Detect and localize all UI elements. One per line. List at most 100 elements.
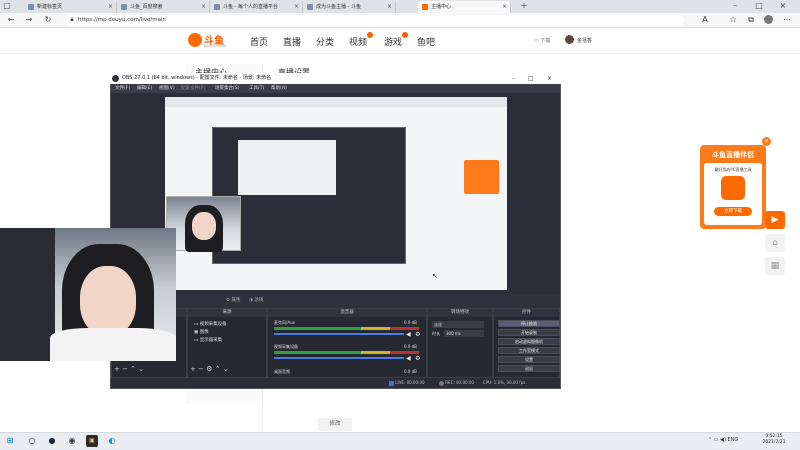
system-tray-icons[interactable]: ⌃ ▭ ◀) ENG xyxy=(708,437,738,443)
audio-meter xyxy=(274,351,419,354)
live-timer: LIVE: 00:00:00 xyxy=(395,380,425,385)
nav-video[interactable]: 视频 xyxy=(349,32,374,48)
obs-taskbar-icon[interactable]: ◉ xyxy=(66,435,78,447)
obs-maximize-icon[interactable]: □ xyxy=(528,73,534,84)
close-icon[interactable]: × xyxy=(502,1,507,13)
menu-edit[interactable]: 编辑(E) xyxy=(137,84,152,93)
obs-minimize-icon[interactable]: – xyxy=(512,73,515,84)
read-aloud-icon[interactable]: A xyxy=(700,15,710,25)
start-recording-button[interactable]: 开始录制 xyxy=(498,329,560,336)
promo-title: 斗鱼直播伴侣 xyxy=(712,151,754,159)
promo-card[interactable]: 斗鱼直播伴侣 最好用的PC直播工具 立即下载 xyxy=(700,145,766,229)
nav-category[interactable]: 分类 xyxy=(316,35,334,48)
obs-close-icon[interactable]: × xyxy=(547,73,552,84)
controls-dock: 控件 停止推流 开始录制 启动虚拟摄像机 工作室模式 设置 退出 xyxy=(493,308,560,378)
speaker-icon[interactable]: ◀ xyxy=(406,331,411,338)
minimize-icon[interactable]: – xyxy=(730,1,740,12)
duration-input[interactable]: 300 ms xyxy=(444,330,484,337)
scene-add-remove-icons[interactable]: + − ⌃ ⌄ xyxy=(114,365,144,373)
search-icon[interactable]: ○ xyxy=(26,435,38,447)
tab-actions-icon[interactable]: ▢ xyxy=(2,1,12,12)
edge-icon[interactable]: ◐ xyxy=(106,435,118,447)
steam-icon[interactable]: ● xyxy=(46,435,58,447)
browser-tab-active[interactable]: 主播中心 × xyxy=(418,1,511,13)
tab-label: 主播中心 xyxy=(431,4,452,10)
modify-button[interactable]: 修改 xyxy=(318,418,352,431)
mixer-header: 混音器 xyxy=(268,309,426,317)
settings-button[interactable]: 设置 xyxy=(498,356,560,363)
close-icon[interactable]: × xyxy=(108,1,113,13)
nav-yuba[interactable]: 鱼吧 xyxy=(417,35,435,48)
exit-button[interactable]: 退出 xyxy=(498,365,560,372)
transitions-header: 转场特效 xyxy=(428,309,492,317)
menu-profile[interactable]: 配置文件(P) xyxy=(181,84,205,93)
studio-mode-button[interactable]: 工作室模式 xyxy=(498,347,560,354)
volume-slider[interactable] xyxy=(274,333,404,335)
rec-indicator-icon xyxy=(439,380,444,386)
windows-start-icon[interactable]: ⊞ xyxy=(4,435,16,447)
browser-tab[interactable]: 斗鱼_百度搜索 × xyxy=(117,1,210,13)
controls-header: 控件 xyxy=(494,309,559,317)
transitions-dock: 转场特效 淡化 时长 300 ms xyxy=(427,308,493,378)
mixer-level: 0.0 dB xyxy=(404,344,417,349)
more-icon[interactable]: ⋯ xyxy=(782,15,792,25)
refresh-icon[interactable]: ↻ xyxy=(43,15,53,25)
menu-scene-collection[interactable]: 场景集合(S) xyxy=(215,84,239,93)
browser-tab[interactable]: 斗鱼 - 每个人的直播平台 × xyxy=(210,1,303,13)
tab-favicon-icon xyxy=(422,4,428,10)
close-icon[interactable]: × xyxy=(762,137,771,146)
close-window-icon[interactable]: × xyxy=(778,1,788,12)
virtual-camera-button[interactable]: 启动虚拟摄像机 xyxy=(498,338,560,345)
gear-icon[interactable]: ⚙ xyxy=(415,331,420,338)
app-taskbar-icon[interactable]: ▣ xyxy=(86,435,98,447)
transition-select[interactable]: 淡化 xyxy=(432,321,484,328)
close-icon[interactable]: × xyxy=(201,1,206,13)
properties-button[interactable]: ⚙ 属性 xyxy=(226,297,240,303)
browser-tab[interactable]: 新建标签页 × xyxy=(24,1,117,13)
mixer-channel-name: 视频采集设备 xyxy=(274,344,298,349)
webcam-shirt xyxy=(50,328,176,361)
source-item[interactable]: ▭ 显示器采集 xyxy=(194,337,222,343)
obs-title: OBS 27.0.1 (64 bit, windows) - 配置文件: 未命名… xyxy=(122,75,272,81)
avatar[interactable] xyxy=(565,35,574,44)
tab-label: 斗鱼 - 每个人的直播平台 xyxy=(223,4,278,10)
app-download-icon[interactable]: ▦ xyxy=(765,257,785,275)
browser-tab[interactable]: 成为斗鱼主播 - 斗鱼 × xyxy=(303,1,396,13)
source-item[interactable]: ▣ 图像 xyxy=(194,329,209,335)
promo-download-button[interactable]: 立即下载 xyxy=(714,207,752,216)
download-link[interactable]: ▭ 下载 xyxy=(534,37,550,44)
close-icon[interactable]: × xyxy=(387,1,392,13)
source-item[interactable]: ▭ 视频采集设备 xyxy=(194,321,227,327)
stop-streaming-button[interactable]: 停止推流 xyxy=(498,320,560,327)
back-icon[interactable]: ← xyxy=(6,15,16,25)
menu-view[interactable]: 视图(V) xyxy=(159,84,175,93)
nav-live[interactable]: 直播 xyxy=(283,35,301,48)
clock[interactable]: 9:52:15 2021/7/21 xyxy=(752,434,796,446)
maximize-icon[interactable]: □ xyxy=(754,1,764,12)
source-add-remove-icons[interactable]: + − ⚙ ⌃ ⌄ xyxy=(190,365,229,373)
play-icon[interactable]: ▶ xyxy=(765,211,785,229)
url-input[interactable]: https://mp.douyu.com/live/main xyxy=(64,15,684,26)
favorites-icon[interactable]: ☆ xyxy=(728,15,738,25)
menu-tools[interactable]: 工具(T) xyxy=(249,84,264,93)
nav-home[interactable]: 首页 xyxy=(250,35,268,48)
douyu-logo[interactable]: 斗鱼 DOUYU.COM xyxy=(188,32,230,50)
menu-help[interactable]: 帮助(H) xyxy=(271,84,287,93)
profile-avatar[interactable] xyxy=(764,15,773,24)
tab-label: 斗鱼_百度搜索 xyxy=(130,4,163,10)
volume-slider[interactable] xyxy=(274,357,404,359)
menu-file[interactable]: 文件(F) xyxy=(115,84,130,93)
forward-icon[interactable]: → xyxy=(24,15,34,25)
gear-icon[interactable]: ⚙ xyxy=(415,355,420,362)
new-tab-icon[interactable]: + xyxy=(519,1,529,12)
nav-badge xyxy=(402,32,409,38)
collections-icon[interactable]: ⧉ xyxy=(746,15,756,25)
close-icon[interactable]: × xyxy=(294,1,299,13)
filters-button[interactable]: ◑ 滤镜 xyxy=(249,297,263,303)
user-name[interactable]: 金禧香 xyxy=(577,37,592,44)
nav-game[interactable]: 游戏 xyxy=(384,32,409,48)
home-icon[interactable]: ⌂ xyxy=(765,234,785,252)
promo-inner: 最好用的PC直播工具 立即下载 xyxy=(704,163,762,225)
speaker-icon[interactable]: ◀ xyxy=(406,355,411,362)
download-label: 下载 xyxy=(540,38,551,44)
